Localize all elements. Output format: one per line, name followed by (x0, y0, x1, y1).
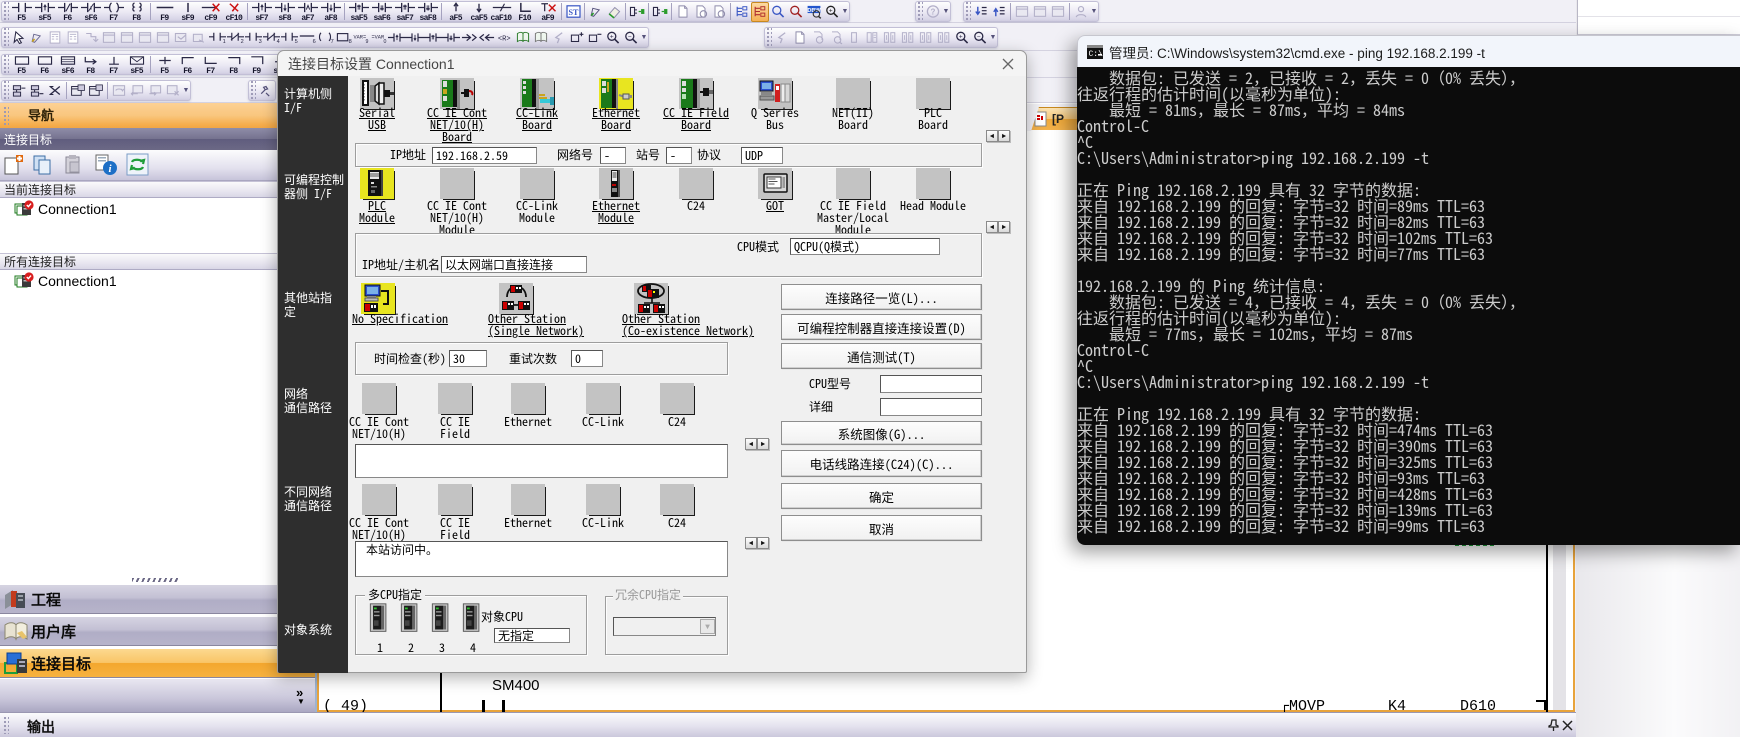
svg-text:9: 9 (366, 38, 369, 43)
svg-text:+: + (829, 8, 833, 15)
svg-text:VAR=: VAR= (354, 34, 367, 40)
svg-text:ST: ST (568, 8, 579, 17)
svg-text:−: − (628, 34, 632, 41)
svg-text:<R>: <R> (498, 36, 511, 43)
svg-text:−: − (977, 34, 981, 41)
svg-text:?: ? (931, 7, 936, 16)
svg-text:+: + (610, 34, 614, 41)
svg-text:0: 0 (384, 38, 387, 43)
svg-text:+: + (959, 34, 963, 41)
